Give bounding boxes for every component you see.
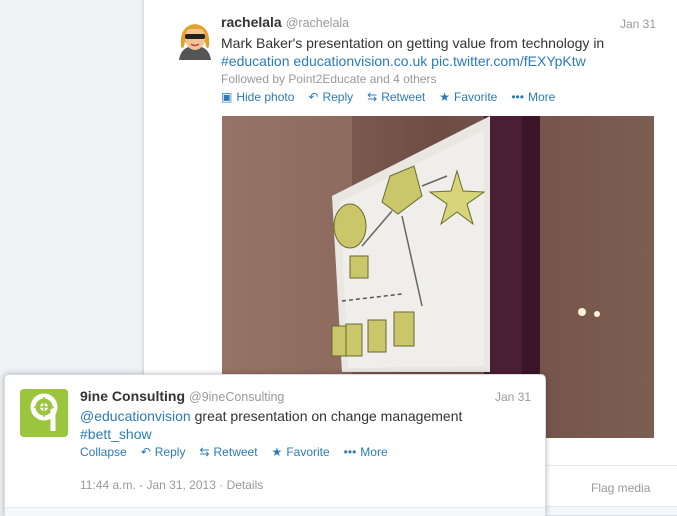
favorite-button[interactable]: ★ Favorite	[272, 445, 330, 459]
tweet-text: @educationvision great presentation on c…	[80, 407, 462, 443]
tweet-time[interactable]: Jan 31	[495, 390, 531, 404]
tweet-text-line1: Mark Baker's presentation on getting val…	[221, 35, 605, 51]
mention-link[interactable]: @educationvision	[80, 408, 191, 424]
retweet-icon: ⇆	[367, 90, 378, 104]
reply-label: Reply	[154, 445, 186, 459]
hide-photo-button[interactable]: ▣ Hide photo	[221, 90, 294, 104]
favorite-label: Favorite	[454, 90, 498, 104]
author-display-name[interactable]: rachelala	[221, 14, 282, 30]
hide-photo-label: Hide photo	[236, 90, 295, 104]
retweet-button[interactable]: ⇆ Retweet	[367, 90, 425, 104]
hashtag-link[interactable]: #education	[221, 53, 290, 69]
retweet-label: Retweet	[213, 445, 258, 459]
author-name[interactable]: rachelala @rachelala	[221, 14, 349, 30]
url-link[interactable]: educationvision.co.uk	[293, 53, 427, 69]
reply-button[interactable]: ↶ Reply	[141, 445, 186, 459]
retweet-label: Retweet	[381, 90, 426, 104]
separator: ·	[219, 478, 227, 492]
author-handle[interactable]: @rachelala	[286, 16, 349, 30]
avatar-image	[171, 16, 219, 64]
author-display-name[interactable]: 9ine Consulting	[80, 388, 185, 404]
tweet-9ine-consulting[interactable]: 9ine Consulting @9ineConsulting Jan 31 @e…	[4, 374, 546, 516]
avatar[interactable]	[171, 16, 219, 64]
favorite-label: Favorite	[286, 445, 330, 459]
tweet-text: Mark Baker's presentation on getting val…	[221, 34, 604, 70]
avatar[interactable]	[20, 389, 68, 437]
tweet-timestamp-row: 11:44 a.m. - Jan 31, 2013 · Details	[80, 478, 263, 492]
retweet-button[interactable]: ⇆ Retweet	[199, 445, 257, 459]
more-button[interactable]: ••• More	[511, 90, 555, 104]
avatar-9ine-logo	[20, 389, 68, 437]
reply-button[interactable]: ↶ Reply	[308, 90, 353, 104]
flag-media-link[interactable]: Flag media	[591, 481, 650, 495]
tweet-text-line1: @educationvision great presentation on c…	[80, 407, 462, 425]
reply-icon: ↶	[308, 90, 319, 104]
details-link[interactable]: Details	[227, 478, 264, 492]
tweet-text-line2: #education educationvision.co.uk pic.twi…	[221, 52, 604, 70]
tweet-body: great presentation on change management	[190, 408, 463, 424]
more-label: More	[527, 90, 556, 104]
reply-icon: ↶	[140, 445, 151, 459]
more-button[interactable]: ••• More	[344, 445, 388, 459]
followed-by[interactable]: Followed by Point2Educate and 4 others	[221, 72, 436, 86]
collapse-label: Collapse	[80, 445, 127, 459]
tweet-actions: ▣ Hide photo ↶ Reply ⇆ Retweet ★ Favorit…	[221, 90, 555, 104]
tweet-actions: Collapse ↶ Reply ⇆ Retweet ★ Favorite ••…	[80, 445, 388, 459]
more-label: More	[360, 445, 388, 459]
star-icon: ★	[271, 445, 283, 459]
more-icon: •••	[511, 90, 524, 104]
author-name[interactable]: 9ine Consulting @9ineConsulting	[80, 388, 284, 404]
reply-label: Reply	[322, 90, 354, 104]
tweet-time[interactable]: Jan 31	[620, 17, 656, 31]
photo-icon: ▣	[221, 90, 233, 104]
pic-link[interactable]: pic.twitter.com/fEXYpKtw	[431, 53, 586, 69]
more-icon: •••	[343, 445, 357, 459]
tweet-timestamp[interactable]: 11:44 a.m. - Jan 31, 2013	[80, 478, 216, 492]
hashtag-link[interactable]: #bett_show	[80, 426, 152, 442]
retweet-icon: ⇆	[199, 445, 210, 459]
author-handle[interactable]: @9ineConsulting	[189, 390, 284, 404]
star-icon: ★	[439, 90, 450, 104]
collapse-button[interactable]: Collapse	[80, 445, 127, 459]
favorite-button[interactable]: ★ Favorite	[439, 90, 497, 104]
